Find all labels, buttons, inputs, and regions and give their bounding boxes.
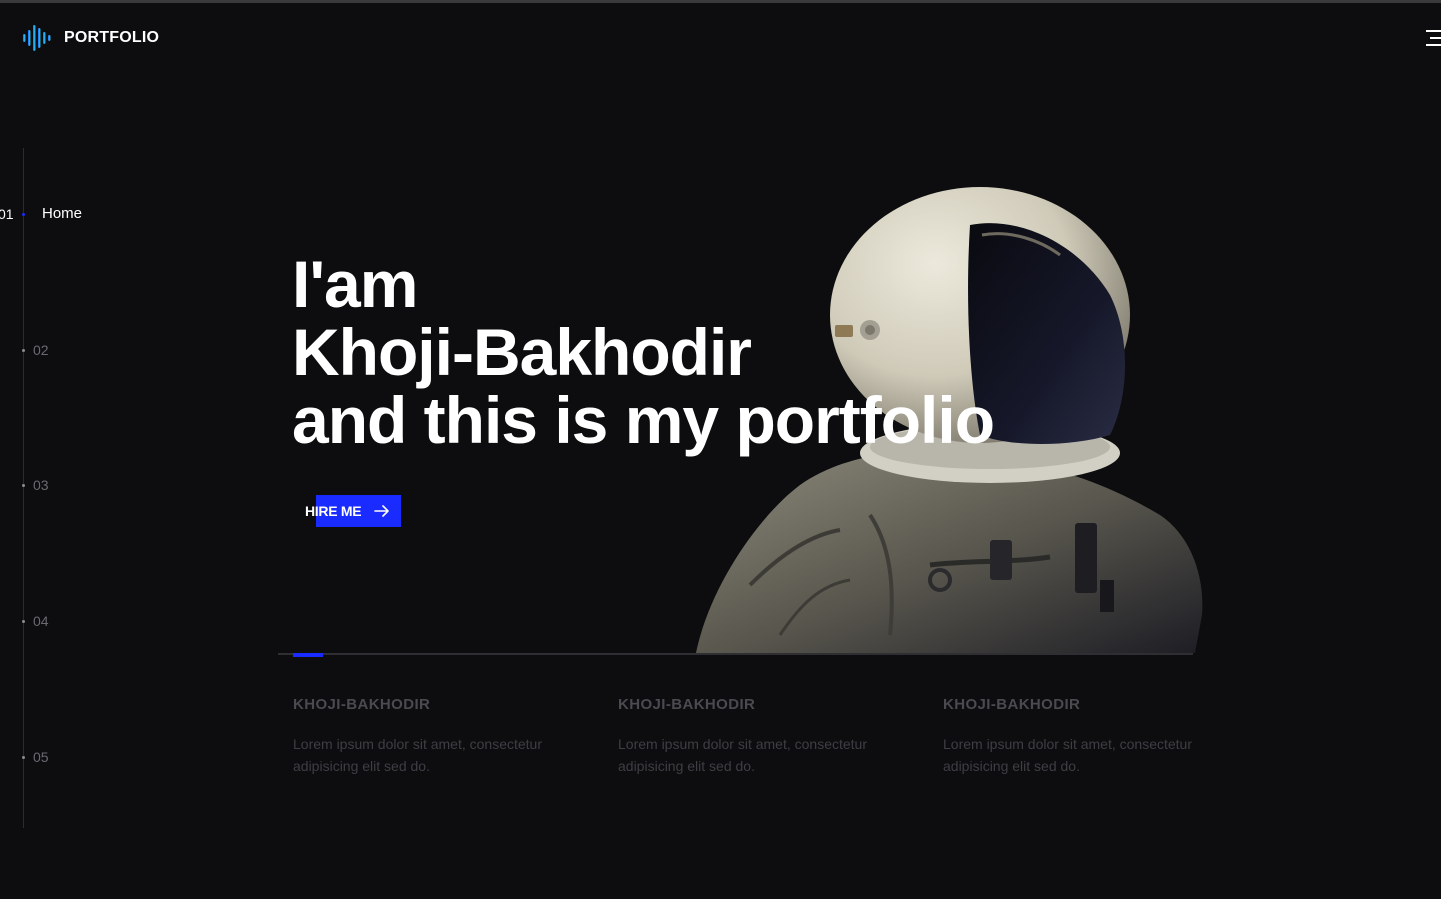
divider-accent — [293, 653, 323, 657]
side-nav-number: 01 — [0, 206, 14, 222]
feature-text: Lorem ipsum dolor sit amet, consectetur … — [618, 736, 867, 774]
feature-column: KHOJI-BAKHODIR Lorem ipsum dolor sit ame… — [943, 696, 1213, 777]
feature-text: Lorem ipsum dolor sit amet, consectetur … — [293, 736, 542, 774]
side-nav-dot — [22, 213, 25, 216]
side-nav-item-03[interactable]: 03 — [0, 475, 60, 495]
feature-title: KHOJI-BAKHODIR — [293, 696, 431, 713]
top-border — [0, 0, 1441, 3]
side-nav-dot — [22, 484, 25, 487]
side-nav-item-05[interactable]: 05 — [0, 747, 60, 767]
feature-column: KHOJI-BAKHODIR Lorem ipsum dolor sit ame… — [293, 696, 563, 777]
side-nav-number: 05 — [33, 749, 49, 765]
brand-name: PORTFOLIO — [64, 29, 160, 46]
arrow-right-icon — [374, 505, 389, 517]
sound-wave-icon — [23, 25, 51, 51]
hire-me-button[interactable]: HIRE ME — [300, 495, 402, 527]
hero-title: I'am Khoji-Bakhodir and this is my portf… — [292, 247, 995, 457]
feature-title: KHOJI-BAKHODIR — [943, 696, 1081, 713]
side-nav-item-02[interactable]: 02 — [0, 340, 60, 360]
hire-me-label: HIRE ME — [305, 503, 362, 519]
side-nav-number: 04 — [33, 613, 49, 629]
brand-logo[interactable]: PORTFOLIO — [22, 24, 159, 52]
hero-title-line: Khoji-Bakhodir — [292, 315, 752, 389]
side-nav-dot — [22, 620, 25, 623]
section-divider — [278, 653, 1193, 655]
side-nav-dot — [22, 756, 25, 759]
page: PORTFOLIO 01 Home 02 03 04 05 I'am Khoji… — [0, 0, 1441, 899]
side-nav-item-04[interactable]: 04 — [0, 611, 60, 631]
feature-text: Lorem ipsum dolor sit amet, consectetur … — [943, 736, 1192, 774]
side-nav-item-home[interactable]: 01 Home — [0, 204, 100, 224]
feature-title: KHOJI-BAKHODIR — [618, 696, 756, 713]
side-nav-label: Home — [42, 205, 83, 222]
hero-title-line: I'am — [292, 247, 418, 321]
hero-title-line: and this is my portfolio — [292, 383, 995, 457]
side-nav-number: 03 — [33, 477, 49, 493]
side-nav-number: 02 — [33, 342, 49, 358]
hamburger-menu-icon[interactable] — [1426, 30, 1441, 48]
side-nav-dot — [22, 349, 25, 352]
feature-column: KHOJI-BAKHODIR Lorem ipsum dolor sit ame… — [618, 696, 888, 777]
